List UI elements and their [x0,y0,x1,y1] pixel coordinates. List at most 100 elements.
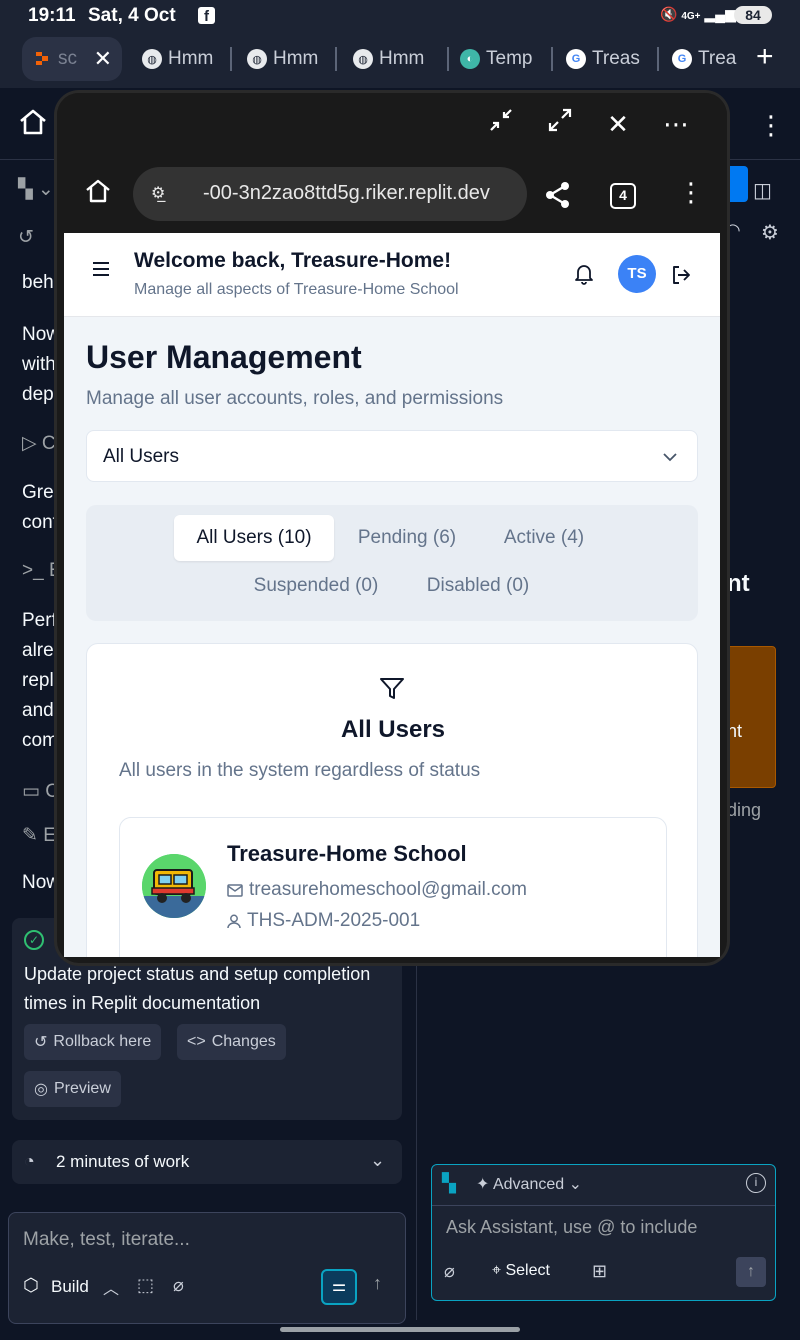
card-title: All Users [340,716,446,743]
home-icon[interactable] [84,177,112,210]
gauge-icon[interactable]: ◠ [725,220,741,241]
chevron-up-icon[interactable]: ︿ [103,1275,119,1299]
heading-fragment: nt [727,570,750,597]
attach-icon[interactable]: ⌀ [444,1261,455,1282]
logout-icon[interactable] [670,264,692,291]
rollback-icon: ↺ [34,1034,48,1051]
browser-tab[interactable]: ◍ Hmm [132,37,232,81]
hamburger-menu-icon[interactable] [92,261,110,282]
work-duration-row[interactable]: ◔ 2 minutes of work ⌄ [12,1140,402,1184]
changes-button[interactable]: <> Changes [177,1024,286,1060]
clock: 19:11 [28,5,76,26]
globe-icon: ◍ [353,49,373,69]
select-button[interactable]: ⌖ Select [492,1262,550,1280]
battery-indicator: 84 [734,6,772,24]
browser-tab[interactable]: G Trea [662,37,742,81]
user-email: treasurehomeschool@gmail.com [249,879,528,900]
more-horizontal-icon[interactable]: ⋯ [659,107,693,141]
chevron-down-icon: ⌄ [568,1176,582,1193]
tab-suspended[interactable]: Suspended (0) [236,563,396,609]
chat-text: depl [22,384,58,405]
split-view-icon[interactable]: ◫ [753,178,772,203]
tab-all-users[interactable]: All Users (10) [174,515,334,561]
gear-icon[interactable]: ⚙ [761,220,779,245]
tab-switcher-button[interactable]: 4 [610,183,636,209]
new-tab-button[interactable]: + [756,40,774,74]
build-mode-label[interactable]: Build [51,1277,89,1297]
share-icon[interactable] [544,181,572,214]
users-card: All Users All users in the system regard… [86,643,698,957]
user-email-row: treasurehomeschool@gmail.com [227,879,527,901]
rollback-button[interactable]: ↺ Rollback here [24,1024,162,1060]
close-icon[interactable]: ✕ [601,107,635,141]
sparkle-icon: ✦ [476,1176,490,1193]
tab-label: Hmm [273,48,319,69]
tab-label: Temp [486,48,533,69]
site-settings-icon[interactable]: ⚙̲ [151,183,165,203]
code-icon: <> [187,1033,206,1050]
assistant-panel: ▚ ✦ Advanced ⌄ i Ask Assistant, use @ to… [431,1164,776,1301]
chevron-down-icon[interactable]: ⌄ [370,1150,385,1171]
mute-icon: 🔇 [660,6,678,22]
replit-logo-icon: ▚ [442,1173,456,1193]
user-id: THS-ADM-2025-001 [247,910,421,931]
card-description: All users in the system regardless of st… [119,760,481,781]
minimize-icon[interactable] [484,107,518,141]
assistant-input-placeholder[interactable]: Ask Assistant, use @ to include [446,1217,697,1238]
send-arrow-icon[interactable]: ↑ [373,1273,382,1294]
bell-icon[interactable] [574,263,594,290]
user-filter-select[interactable]: All Users [86,430,698,482]
play-icon[interactable]: ▷ C [22,432,56,455]
maximize-icon[interactable] [543,107,577,141]
replit-icon [32,49,52,69]
tab-active[interactable]: Active (4) [484,515,604,561]
close-tab-icon[interactable]: ✕ [94,46,112,72]
chat-text: repl [22,670,54,691]
avatar[interactable]: TS [618,255,656,293]
globe-icon: ◍ [247,49,267,69]
book-icon[interactable]: ▭ C [22,780,59,803]
folder-add-icon[interactable]: ⊞ [592,1261,607,1282]
browser-tab[interactable]: ◍ Hmm [237,37,337,81]
gesture-home-bar[interactable] [280,1327,520,1332]
send-arrow-icon[interactable]: ↑ [736,1257,766,1287]
status-tabs: All Users (10) Pending (6) Active (4) Su… [86,505,698,621]
select-element-icon[interactable]: ⬚ [137,1275,154,1296]
terminal-icon[interactable]: >_ E [22,560,62,582]
replit-logo-icon: ▚ ⌄ [18,179,54,200]
active-toggle[interactable] [724,166,748,202]
home-icon[interactable] [18,108,48,141]
browser-tab[interactable]: G Treas [556,37,659,81]
page-subtitle: Manage all user accounts, roles, and per… [86,388,504,409]
tab-disabled[interactable]: Disabled (0) [408,563,548,609]
url-text[interactable]: -00-3n2zao8ttd5g.riker.replit.dev [203,182,490,205]
agent-input-placeholder[interactable]: Make, test, iterate... [23,1229,190,1251]
select-value: All Users [103,446,180,467]
browser-tab[interactable]: sc ✕ [22,37,122,81]
info-icon[interactable]: i [746,1173,766,1193]
settings-sliders-icon[interactable]: ⚌ [321,1269,357,1305]
mode-selector[interactable]: ✦ Advanced ⌄ [476,1174,582,1194]
agent-input-box[interactable]: Make, test, iterate... ⬡ Build ︿ ⬚ ⌀ ⚌ ↑ [8,1212,406,1324]
edit-icon[interactable]: ✎ E [22,824,56,847]
tab-pending[interactable]: Pending (6) [342,515,472,561]
preview-button[interactable]: ◎ Preview [24,1071,121,1107]
address-bar[interactable]: ⚙̲ -00-3n2zao8ttd5g.riker.replit.dev [133,167,527,221]
signal-icon: ▂▄▆ [704,6,736,22]
more-menu-icon[interactable]: ⋮ [758,110,784,141]
user-card[interactable]: Treasure-Home School treasurehomeschool@… [119,817,667,957]
chevron-down-icon [663,449,677,467]
network-label: 4G+ [681,11,701,22]
history-icon[interactable]: ↺ [18,226,34,249]
status-icons: 🔇 4G+ ▂▄▆ [660,6,736,23]
browser-tab[interactable]: ◐ Temp [450,37,553,81]
browser-tab[interactable]: ◍ Hmm [343,37,449,81]
window-controls: ✕ ⋯ [57,93,727,157]
tab-label: Treas [592,48,640,69]
chat-text: and [22,700,54,721]
mail-icon [227,883,243,897]
chat-text: Now [22,872,61,893]
browser-menu-icon[interactable]: ⋮ [678,177,704,208]
user-avatar [142,854,206,918]
attach-icon[interactable]: ⌀ [173,1275,184,1296]
